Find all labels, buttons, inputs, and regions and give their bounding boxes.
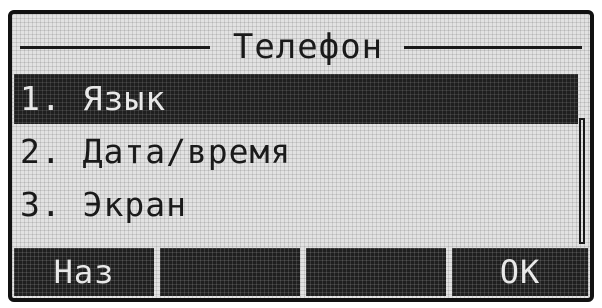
header-rule-left — [20, 46, 210, 49]
menu-scrollbar[interactable] — [579, 118, 585, 244]
softkey-3[interactable] — [306, 248, 446, 296]
lcd-screen: Телефон 1. Язык 2. Дата/время 3. Экран Н… — [8, 10, 594, 302]
phone-bezel: Телефон 1. Язык 2. Дата/время 3. Экран Н… — [0, 0, 602, 308]
menu-item-display[interactable]: 3. Экран — [14, 180, 574, 230]
softkey-2[interactable] — [160, 248, 300, 296]
screen-title: Телефон — [232, 27, 384, 67]
header-rule-right — [404, 46, 582, 49]
ok-softkey[interactable]: OK — [452, 248, 588, 296]
menu-item-date-time[interactable]: 2. Дата/время — [14, 127, 574, 177]
back-softkey[interactable]: Наз — [14, 248, 154, 296]
softkey-bar: Наз OK — [14, 248, 588, 296]
screen-header: Телефон — [12, 22, 590, 72]
menu-item-language[interactable]: 1. Язык — [14, 74, 578, 124]
